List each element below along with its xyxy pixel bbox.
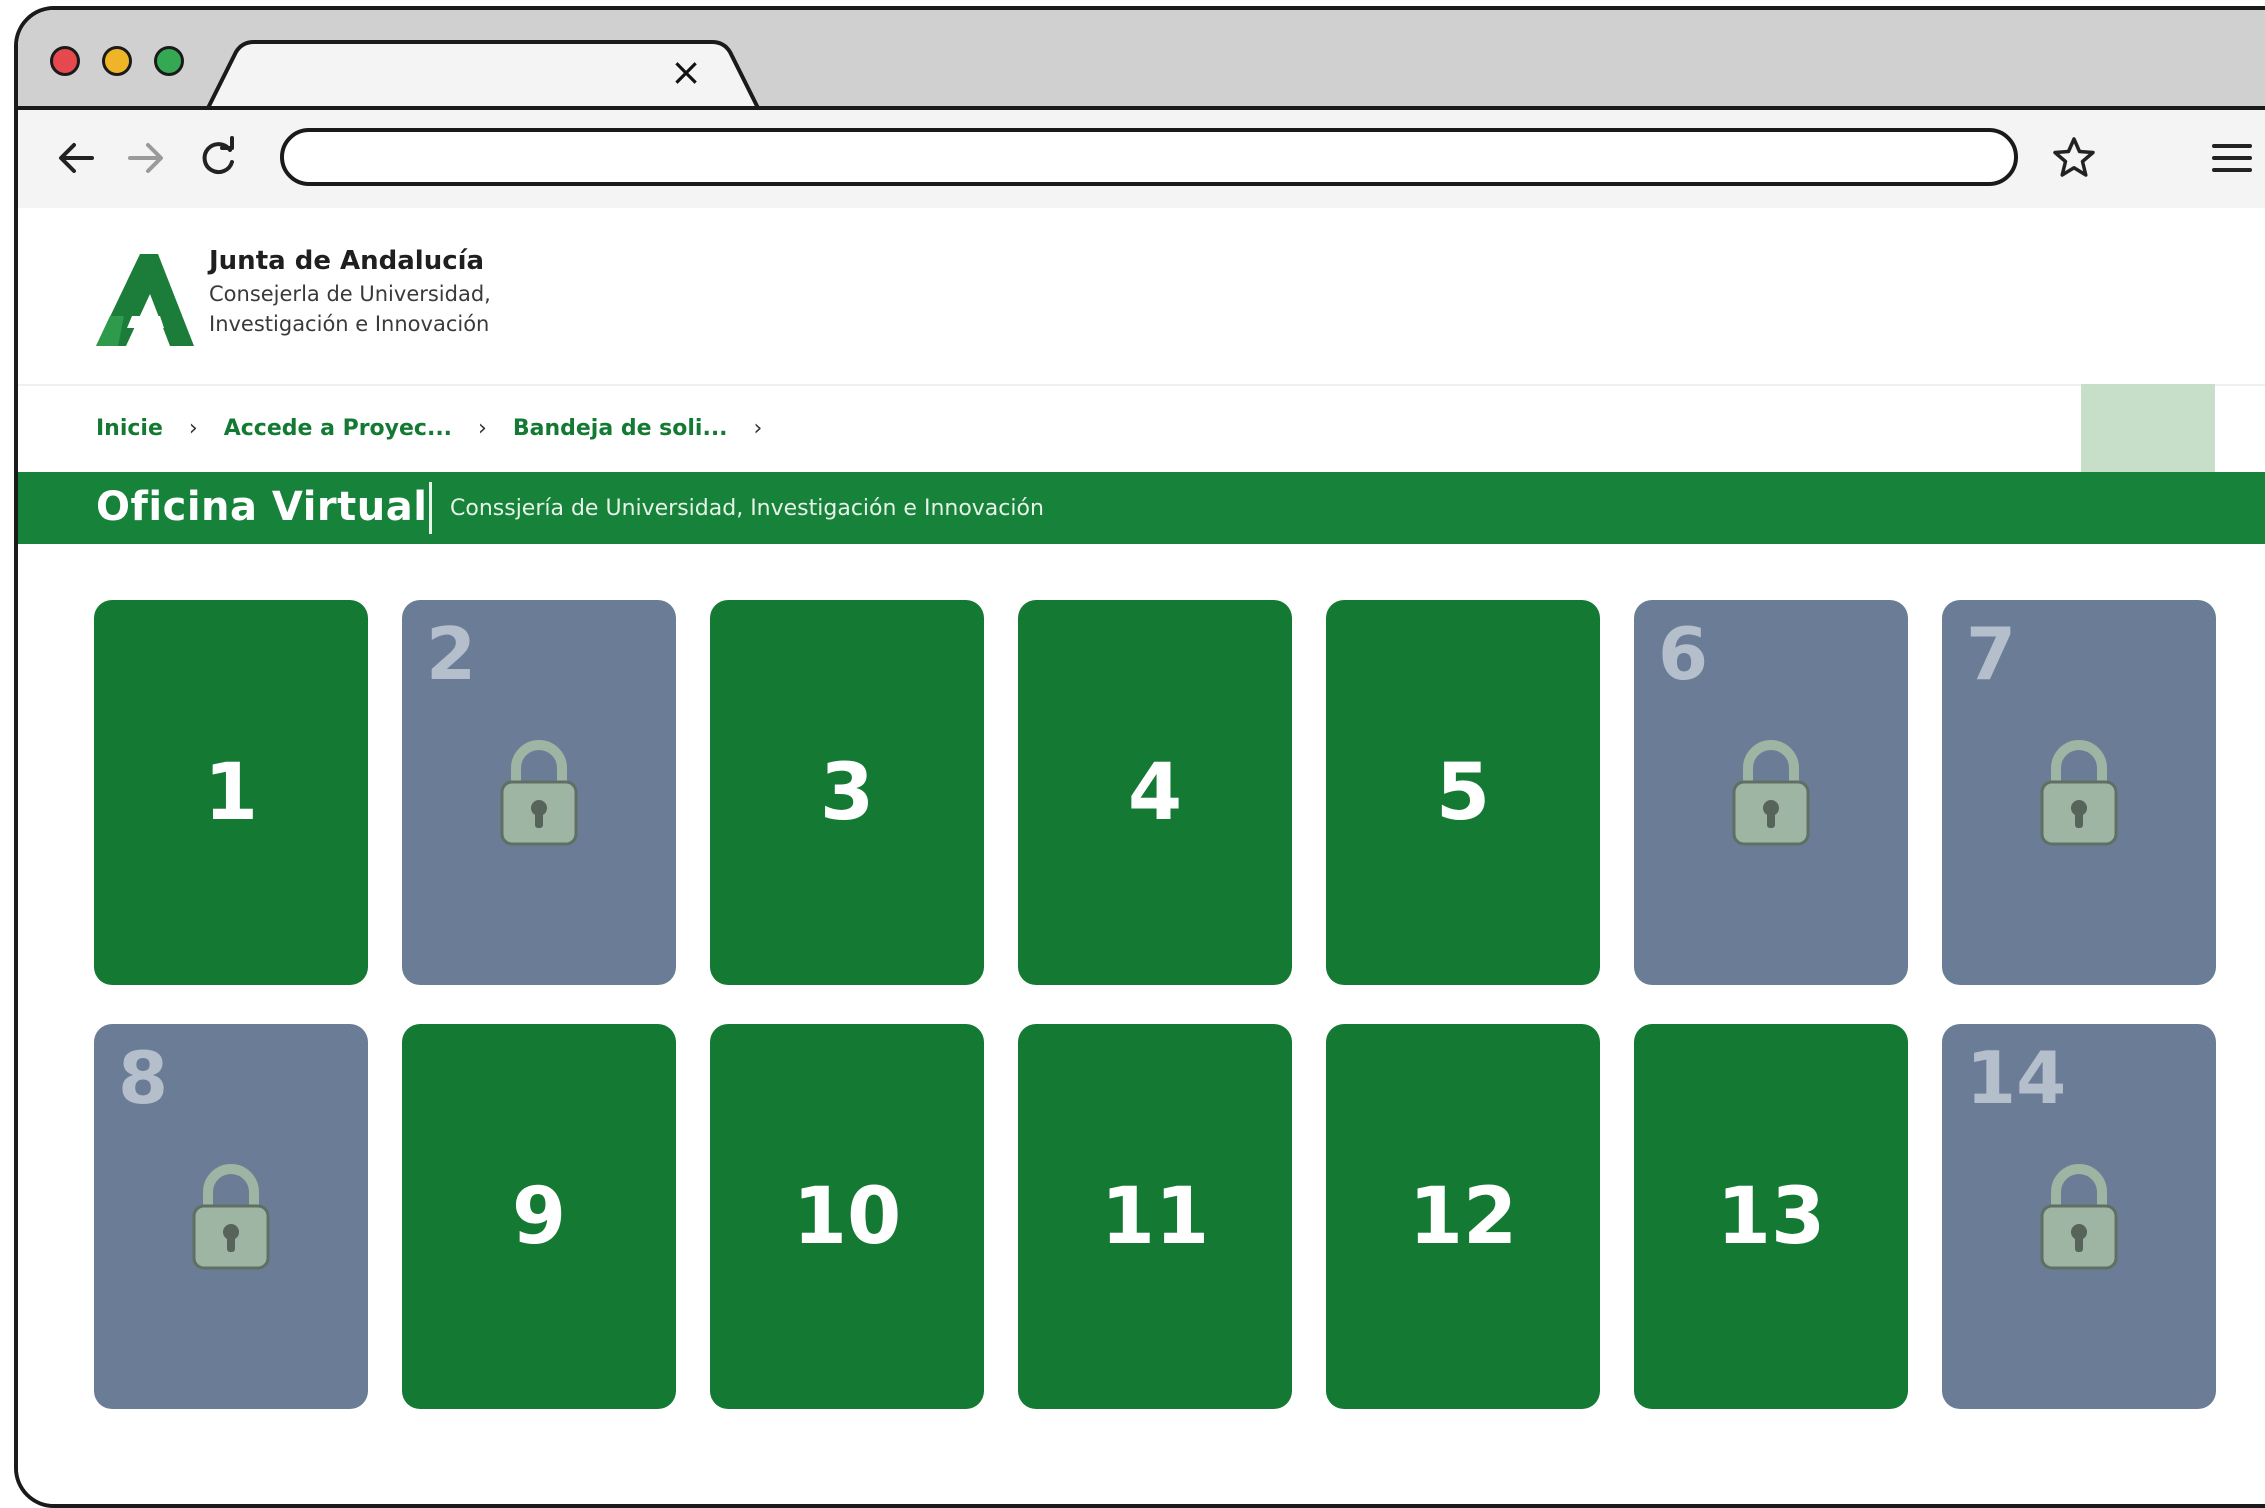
breadcrumb-separator: › [753,416,763,441]
org-subtitle-line2: Investigación e Innovación [209,312,490,336]
org-subtitle: Consejerla de Universidad, Investigación… [209,279,491,339]
org-title: Junta de Andalucía [209,246,485,276]
browser-toolbar [18,106,2265,212]
browser-window: × Junta de Andalucía Consejerla de Unive… [14,6,2265,1508]
lock-icon [2038,738,2120,852]
tile-button[interactable]: 4 [1018,600,1292,985]
tile-button[interactable]: 5 [1326,600,1600,985]
banner-title: Oficina Virtual [96,484,428,530]
breadcrumb: Inicie › Accede a Proyec... › Bandeja de… [96,416,788,441]
tile-number: 11 [1100,1171,1210,1262]
tile-number: 14 [1966,1036,2067,1120]
active-tab[interactable] [18,10,918,110]
breadcrumb-item-accede[interactable]: Accede a Proyec... [224,416,452,441]
breadcrumb-separator: › [188,416,198,441]
locked-tile: 7 [1942,600,2216,985]
tile-number: 8 [118,1036,169,1120]
breadcrumb-item-inicio[interactable]: Inicie [96,416,163,441]
banner-subtitle: Conssjería de Universidad, Investigación… [450,496,1044,521]
tile-button[interactable]: 10 [710,1024,984,1409]
breadcrumb-separator: › [478,416,487,441]
banner-divider [429,482,432,534]
junta-andalucia-logo[interactable] [96,254,196,346]
tile-button[interactable]: 11 [1018,1024,1292,1409]
tile-button[interactable]: 13 [1634,1024,1908,1409]
tile-number: 3 [819,747,875,838]
forward-arrow-icon[interactable] [122,134,170,182]
tile-button[interactable]: 12 [1326,1024,1600,1409]
reload-icon[interactable] [194,134,242,182]
site-header: Junta de Andalucía Consejerla de Univers… [18,208,2265,386]
page-content: Junta de Andalucía Consejerla de Univers… [18,208,2265,1504]
back-arrow-icon[interactable] [52,134,100,182]
tile-button[interactable]: 1 [94,600,368,985]
locked-tile: 6 [1634,600,1908,985]
tab-close-icon[interactable]: × [666,52,706,92]
lock-icon [498,738,580,852]
tile-button[interactable]: 3 [710,600,984,985]
tile-number: 10 [792,1171,902,1262]
tile-number: 6 [1658,612,1709,696]
bookmark-star-icon[interactable] [2050,134,2098,182]
lock-icon [190,1162,272,1276]
tile-number: 12 [1408,1171,1518,1262]
tile-number: 1 [203,747,259,838]
tile-number: 13 [1716,1171,1826,1262]
address-bar[interactable] [280,128,2018,186]
lock-icon [1730,738,1812,852]
header-accent-block [2081,384,2215,472]
tile-number: 5 [1435,747,1491,838]
lock-icon [2038,1162,2120,1276]
tab-strip: × [18,10,2265,110]
locked-tile: 2 [402,600,676,985]
tile-number: 4 [1127,747,1183,838]
office-banner: Oficina Virtual Conssjería de Universida… [18,472,2265,544]
tile-number: 2 [426,612,477,696]
breadcrumb-item-bandeja[interactable]: Bandeja de soli... [513,416,728,441]
locked-tile: 14 [1942,1024,2216,1409]
menu-icon[interactable] [2208,134,2256,182]
tile-number: 9 [511,1171,567,1262]
org-subtitle-line1: Consejerla de Universidad, [209,282,491,306]
locked-tile: 8 [94,1024,368,1409]
tile-button[interactable]: 9 [402,1024,676,1409]
tile-number: 7 [1966,612,2017,696]
